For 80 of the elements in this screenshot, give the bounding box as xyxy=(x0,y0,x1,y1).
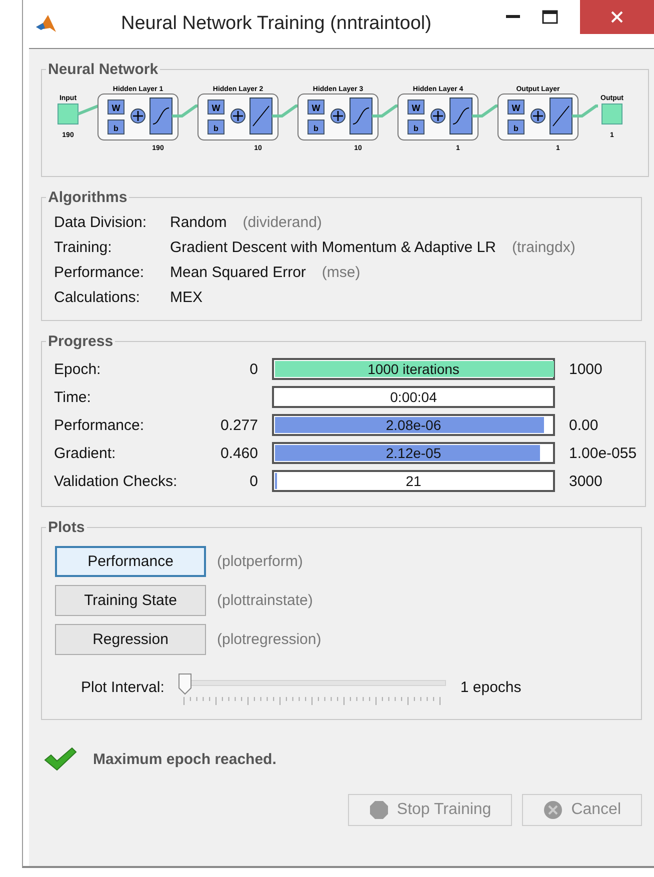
sum-icon xyxy=(530,108,546,124)
start-value: 0.460 xyxy=(220,444,258,462)
end-value: 1000 xyxy=(569,360,602,378)
weight-block: W xyxy=(508,100,524,114)
start-value: 0 xyxy=(250,360,258,378)
progress-bar: 1000 iterations xyxy=(272,358,555,380)
function-name: (mse) xyxy=(322,264,360,281)
connector-line xyxy=(172,104,198,118)
field-label: Performance: xyxy=(54,264,146,281)
transfer-function-icon xyxy=(450,98,472,134)
panel-title: Progress xyxy=(47,333,114,350)
field-label: Calculations: xyxy=(54,289,141,306)
stop-icon xyxy=(368,800,389,820)
function-name: (plottrainstate) xyxy=(217,592,313,609)
plot-button[interactable]: Performance xyxy=(55,546,206,577)
cancel-icon xyxy=(543,800,564,820)
progress-label: Time: xyxy=(54,388,92,406)
end-value: 0.00 xyxy=(569,416,598,434)
window-title: Neural Network Training (nntraintool) xyxy=(121,13,432,35)
field-label: Data Division: xyxy=(54,214,148,231)
progress-label: Validation Checks: xyxy=(54,472,178,490)
maximize-icon[interactable] xyxy=(542,10,558,24)
bias-block: b xyxy=(408,120,424,134)
transfer-function-icon xyxy=(250,98,272,134)
transfer-function-icon xyxy=(550,98,572,134)
interval-slider[interactable] xyxy=(178,673,446,705)
field-value: MEX xyxy=(170,289,203,306)
plot-button[interactable]: Training State xyxy=(55,585,206,616)
function-name: (dividerand) xyxy=(242,214,322,231)
end-value: 3000 xyxy=(569,472,602,490)
progress-bar: 2.08e-06 xyxy=(272,414,555,436)
progress-bar: 2.12e-05 xyxy=(272,442,555,464)
weight-block: W xyxy=(208,100,224,114)
weight-block: W xyxy=(108,100,124,114)
bias-block: b xyxy=(508,120,524,134)
plot-button[interactable]: Regression xyxy=(55,624,206,655)
progress-label: Epoch: xyxy=(54,360,102,378)
sum-icon xyxy=(130,108,146,124)
minimize-icon[interactable] xyxy=(506,15,520,19)
close-icon xyxy=(611,11,623,23)
panel-title: Neural Network xyxy=(47,61,160,78)
function-name: (plotregression) xyxy=(217,631,322,648)
transfer-function-icon xyxy=(350,98,372,134)
status-message: Maximum epoch reached. xyxy=(93,750,276,768)
panel-title: Plots xyxy=(47,519,86,536)
progress-label: Gradient: xyxy=(54,444,117,462)
progress-label: Performance: xyxy=(54,416,146,434)
app-logo-icon xyxy=(35,14,57,34)
bias-block: b xyxy=(308,120,324,134)
field-value: Mean Squared Error xyxy=(170,264,306,281)
progress-bar: 21 xyxy=(272,470,555,492)
field-value: Random xyxy=(170,214,227,231)
slider-label: Plot Interval: xyxy=(81,679,164,696)
start-value: 0.277 xyxy=(220,416,258,434)
sum-icon xyxy=(330,108,346,124)
connector-line xyxy=(272,104,298,118)
connector-line xyxy=(472,104,498,118)
weight-block: W xyxy=(408,100,424,114)
sum-icon xyxy=(430,108,446,124)
weight-block: W xyxy=(308,100,324,114)
transfer-function-icon xyxy=(150,98,172,134)
checkmark-icon xyxy=(43,746,77,772)
bias-block: b xyxy=(108,120,124,134)
function-name: (plotperform) xyxy=(217,553,303,570)
end-value: 1.00e-055 xyxy=(569,444,637,462)
field-value: Gradient Descent with Momentum & Adaptive LR xyxy=(170,239,496,256)
bias-block: b xyxy=(208,120,224,134)
input-node xyxy=(58,104,78,124)
sum-icon xyxy=(230,108,246,124)
close-button[interactable] xyxy=(580,0,654,34)
connector-line xyxy=(372,104,398,118)
function-name: (traingdx) xyxy=(512,239,576,256)
field-label: Training: xyxy=(54,239,113,256)
start-value: 0 xyxy=(250,472,258,490)
slider-thumb[interactable] xyxy=(178,673,192,695)
output-node xyxy=(602,104,622,124)
connector-line xyxy=(77,104,99,116)
slider-value: 1 epochs xyxy=(460,679,522,696)
panel-title: Algorithms xyxy=(47,189,128,206)
connector-line xyxy=(572,104,598,118)
